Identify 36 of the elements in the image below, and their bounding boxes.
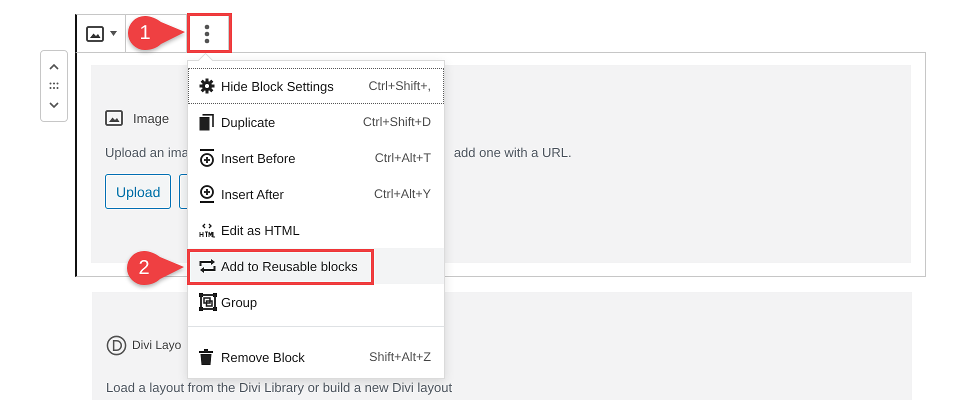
- menu-item[interactable]: Remove Block Shift+Alt+Z: [188, 339, 444, 375]
- menu-item[interactable]: Hide Block Settings Ctrl+Shift+,: [188, 68, 444, 104]
- group-icon: [199, 293, 217, 311]
- menu-item[interactable]: Edit as HTML: [188, 212, 444, 248]
- keyboard-shortcut: Shift+Alt+Z: [369, 350, 431, 364]
- instructions-text: add one with a URL.: [454, 145, 572, 160]
- letter-d-circle-icon: [106, 334, 127, 356]
- insert-before-icon: [199, 149, 215, 167]
- block-description: Load a layout from the Divi Library or build a new Divi layout: [106, 380, 454, 395]
- chevron-up-icon[interactable]: [48, 62, 60, 71]
- chevron-down-icon[interactable]: [48, 101, 60, 110]
- vertical-dots-icon: [204, 24, 210, 44]
- menu-item[interactable]: Insert After Ctrl+Alt+Y: [188, 176, 444, 212]
- insert-after-icon: [199, 185, 215, 203]
- keyboard-shortcut: Ctrl+Alt+T: [374, 151, 431, 165]
- menu-item[interactable]: Duplicate Ctrl+Shift+D: [188, 104, 444, 140]
- caret-icon: [110, 31, 117, 36]
- block-title: Divi Layo: [132, 338, 182, 352]
- repeat-icon: [199, 259, 216, 273]
- trash-icon: [199, 349, 213, 365]
- image-icon: [105, 110, 123, 126]
- upload-button[interactable]: Upload: [105, 174, 172, 209]
- highlight-frame: [187, 13, 232, 53]
- image-icon: [86, 26, 104, 42]
- code-icon: [199, 222, 215, 238]
- block-title: Image: [133, 110, 170, 126]
- keyboard-shortcut: Ctrl+Alt+Y: [374, 187, 431, 201]
- gear-icon: [199, 78, 215, 94]
- step-badge: 2: [126, 250, 186, 286]
- keyboard-shortcut: Ctrl+Shift+D: [362, 115, 431, 129]
- keyboard-shortcut: Ctrl+Shift+,: [368, 79, 431, 93]
- step-badge: 1: [127, 15, 187, 51]
- menu-item[interactable]: Insert Before Ctrl+Alt+T: [188, 140, 444, 176]
- drag-handle-icon[interactable]: [49, 82, 59, 90]
- duplicate-icon: [199, 114, 214, 130]
- menu-item[interactable]: Group: [188, 284, 444, 320]
